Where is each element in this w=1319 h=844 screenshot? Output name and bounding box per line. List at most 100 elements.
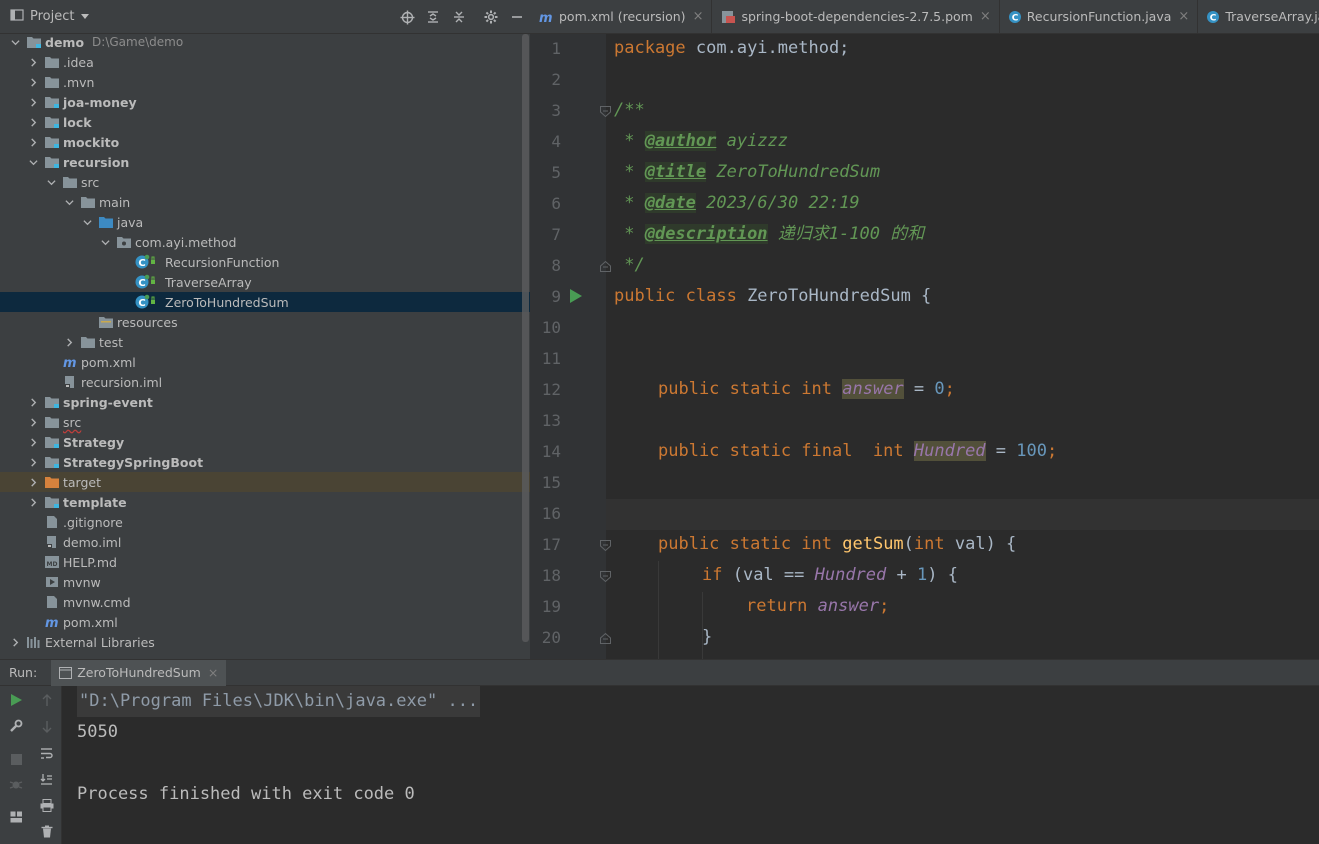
- close-icon[interactable]: ×: [980, 9, 991, 24]
- stop-icon[interactable]: [0, 748, 32, 770]
- close-icon[interactable]: ×: [1178, 9, 1189, 24]
- chevron-right-icon[interactable]: [28, 57, 38, 67]
- iml-icon: [44, 534, 60, 550]
- chevron-down-icon[interactable]: [81, 14, 90, 19]
- module-folder-icon: [44, 494, 60, 510]
- debug-icon[interactable]: [0, 774, 32, 796]
- arrow-down-icon[interactable]: [32, 715, 61, 737]
- layout-icon[interactable]: [0, 806, 32, 828]
- editor-tab-label: RecursionFunction.java: [1026, 9, 1172, 24]
- resources-folder-icon: [98, 314, 114, 330]
- chevron-right-icon[interactable]: [64, 337, 74, 347]
- tree-item-mvnw-cmd[interactable]: mvnw.cmd: [0, 592, 530, 612]
- chevron-right-icon[interactable]: [28, 97, 38, 107]
- tree-item-recursion-iml[interactable]: recursion.iml: [0, 372, 530, 392]
- chevron-right-icon[interactable]: [28, 137, 38, 147]
- tree-item-spring-event[interactable]: spring-event: [0, 392, 530, 412]
- editor-tab-pom-xml-recursion[interactable]: m pom.xml (recursion) ×: [530, 0, 713, 33]
- run-class-icon[interactable]: [569, 289, 583, 303]
- close-icon[interactable]: ×: [693, 9, 704, 24]
- code-area[interactable]: package com.ayi.method; /** * @author ay…: [606, 34, 1319, 659]
- tree-item-mockito[interactable]: mockito: [0, 132, 530, 152]
- tree-item-pom-xml[interactable]: m pom.xml: [0, 612, 530, 632]
- chevron-down-icon[interactable]: [28, 157, 38, 167]
- tree-item-recursionfunction[interactable]: C RecursionFunction: [0, 252, 530, 272]
- tree-item-demo-iml[interactable]: demo.iml: [0, 532, 530, 552]
- chevron-down-icon[interactable]: [100, 237, 110, 247]
- tree-item-src[interactable]: src: [0, 412, 530, 432]
- chevron-down-icon[interactable]: [46, 177, 56, 187]
- chevron-right-icon[interactable]: [28, 117, 38, 127]
- project-view-selector[interactable]: Project: [30, 9, 74, 24]
- print-icon[interactable]: [32, 794, 61, 816]
- chevron-down-icon[interactable]: [10, 37, 20, 47]
- chevron-right-icon[interactable]: [28, 77, 38, 87]
- tree-item-idea[interactable]: .idea: [0, 52, 530, 72]
- code-editor[interactable]: 1 2 3 4 5 6 7 8 9 10 11 12 13 14 15 16 17 18 19 20 package …: [530, 34, 1319, 659]
- indent-guide: [658, 561, 659, 659]
- tree-item-label: src: [81, 174, 100, 190]
- close-icon[interactable]: ×: [208, 665, 218, 680]
- tree-item-label: mockito: [63, 134, 120, 150]
- chevron-right-icon[interactable]: [28, 417, 38, 427]
- chevron-right-icon[interactable]: [28, 477, 38, 487]
- chevron-right-icon[interactable]: [28, 397, 38, 407]
- run-console[interactable]: "D:\Program Files\JDK\bin\java.exe" ... …: [62, 686, 1319, 844]
- run-tab-zerotohundredsum[interactable]: ZeroToHundredSum ×: [51, 659, 227, 686]
- hide-panel-icon[interactable]: [504, 0, 530, 34]
- tree-item-gitignore[interactable]: .gitignore: [0, 512, 530, 532]
- chevron-right-icon[interactable]: [28, 437, 38, 447]
- tree-item-help-md[interactable]: MD HELP.md: [0, 552, 530, 572]
- pom-icon: [720, 10, 736, 24]
- line-number: 8: [551, 256, 561, 275]
- soft-wrap-icon[interactable]: [32, 742, 61, 764]
- scroll-to-end-icon[interactable]: [32, 768, 61, 790]
- tree-item-label: RecursionFunction: [165, 254, 280, 270]
- project-panel: Project demo D:\Game\demo .idea .mvn joa-mon…: [0, 0, 530, 659]
- tree-item-com-ayi-method[interactable]: com.ayi.method: [0, 232, 530, 252]
- tree-item-label: demo.iml: [63, 534, 122, 550]
- tree-item-src[interactable]: src: [0, 172, 530, 192]
- chevron-down-icon[interactable]: [82, 217, 92, 227]
- wrench-icon[interactable]: [0, 715, 32, 737]
- tree-item-main[interactable]: main: [0, 192, 530, 212]
- tree-item-mvn[interactable]: .mvn: [0, 72, 530, 92]
- trash-icon[interactable]: [32, 820, 61, 842]
- collapse-all-icon[interactable]: [446, 0, 472, 34]
- tree-item-test[interactable]: test: [0, 332, 530, 352]
- editor-tab-recursionfunction-java[interactable]: C RecursionFunction.java ×: [1000, 0, 1199, 33]
- line-number: 14: [541, 442, 561, 461]
- rerun-icon[interactable]: [0, 689, 32, 711]
- editor-tab-traversearray-java[interactable]: CTraverseArray.java×: [1198, 0, 1319, 33]
- tree-item-strategy[interactable]: Strategy: [0, 432, 530, 452]
- exec-icon: [44, 574, 60, 590]
- tree-item-pom-xml[interactable]: m pom.xml: [0, 352, 530, 372]
- project-tree-scrollbar[interactable]: [522, 34, 529, 642]
- tree-item-target[interactable]: target: [0, 472, 530, 492]
- tree-item-zerotohundredsum[interactable]: C ZeroToHundredSum: [0, 292, 530, 312]
- chevron-right-icon[interactable]: [28, 457, 38, 467]
- chevron-down-icon[interactable]: [64, 197, 74, 207]
- arrow-up-icon[interactable]: [32, 689, 61, 711]
- chevron-right-icon[interactable]: [28, 497, 38, 507]
- gear-icon[interactable]: [478, 0, 504, 34]
- locate-file-icon[interactable]: [394, 0, 420, 34]
- chevron-right-icon[interactable]: [10, 637, 20, 647]
- tree-item-java[interactable]: java: [0, 212, 530, 232]
- tree-item-label: HELP.md: [63, 554, 117, 570]
- tree-item-template[interactable]: template: [0, 492, 530, 512]
- expand-all-icon[interactable]: [420, 0, 446, 34]
- tree-item-joa-money[interactable]: joa-money: [0, 92, 530, 112]
- tree-item-lock[interactable]: lock: [0, 112, 530, 132]
- tree-item-resources[interactable]: resources: [0, 312, 530, 332]
- editor-tab-spring-boot-dependencies-2-7-5-pom[interactable]: spring-boot-dependencies-2.7.5.pom ×: [712, 0, 1000, 33]
- tree-item-recursion[interactable]: recursion: [0, 152, 530, 172]
- tree-item-demo[interactable]: demo D:\Game\demo: [0, 32, 530, 52]
- svg-text:m: m: [45, 616, 59, 629]
- file-icon: [44, 594, 60, 610]
- tree-item-mvnw[interactable]: mvnw: [0, 572, 530, 592]
- tree-item-traversearray[interactable]: C TraverseArray: [0, 272, 530, 292]
- line-number: 6: [551, 194, 561, 213]
- tree-item-external-libraries[interactable]: External Libraries: [0, 632, 530, 652]
- tree-item-strategyspringboot[interactable]: StrategySpringBoot: [0, 452, 530, 472]
